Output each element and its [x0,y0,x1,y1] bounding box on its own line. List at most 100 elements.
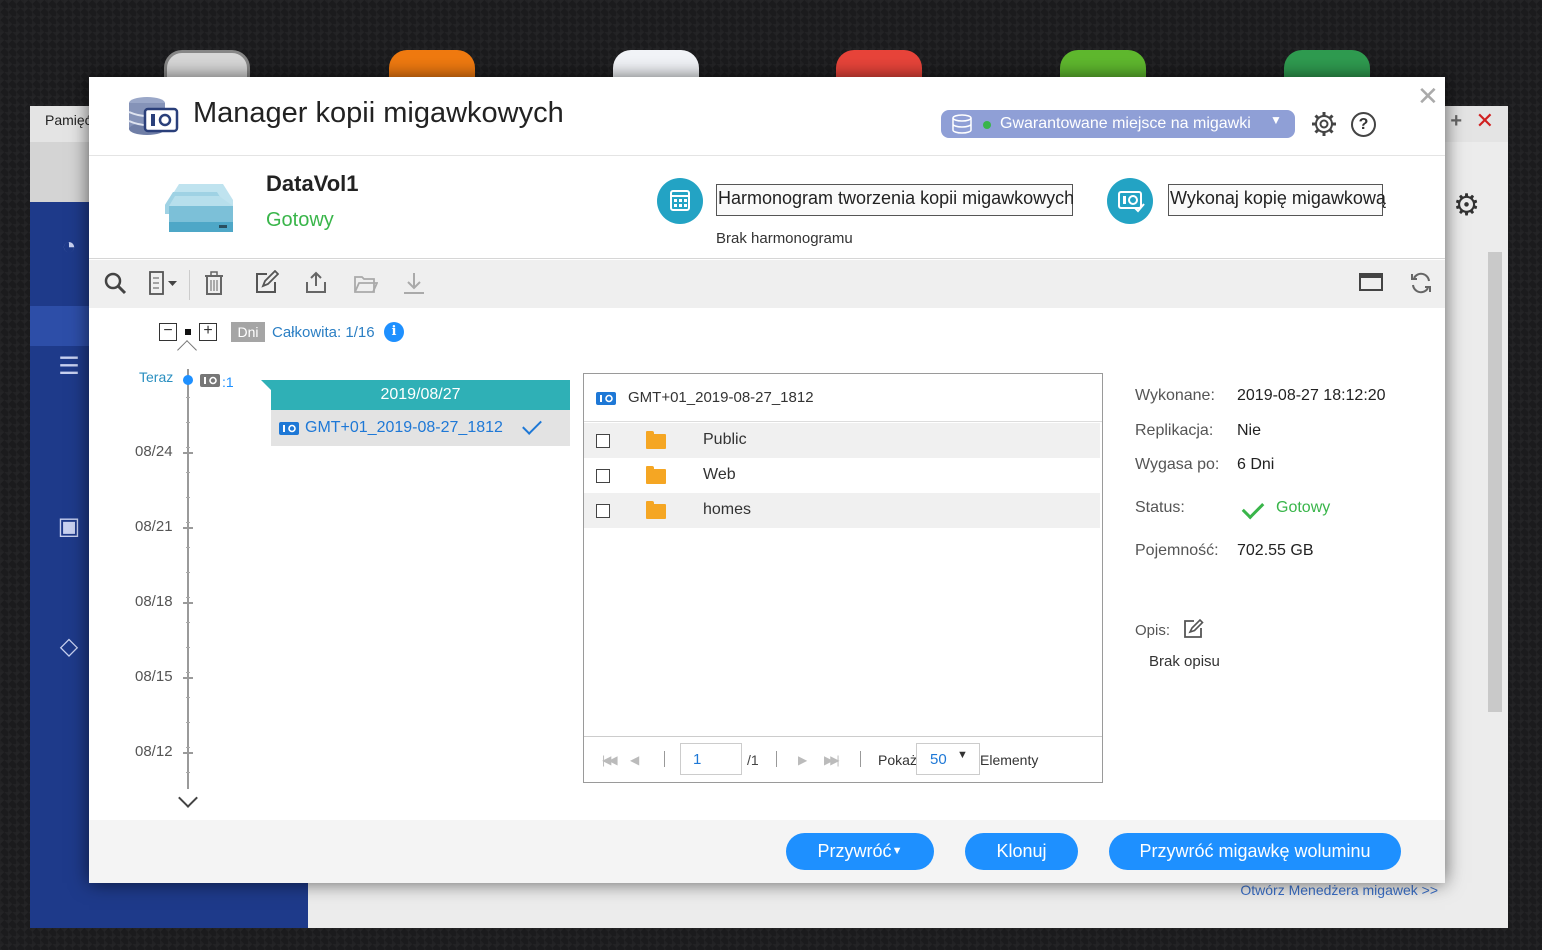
timeline-now-count: :1 [222,374,234,390]
schedule-calendar-icon[interactable] [657,178,703,224]
clone-button[interactable]: Klonuj [965,833,1078,870]
restore-button[interactable]: Przywróć▼ [786,833,934,870]
folder-row[interactable]: Public [584,423,1100,458]
window-view-icon[interactable] [1358,270,1384,296]
status-label: Status: [1135,499,1185,516]
snapshot-contents-header: GMT+01_2019-08-27_1812 [584,374,1102,422]
timeline-date-label: 08/24 [135,443,173,460]
timeline-now-marker[interactable] [183,375,193,385]
page-total: /1 [747,752,759,768]
download-icon[interactable] [401,270,427,296]
status-dot [983,121,991,129]
expires-label: Wygasa po: [1135,456,1220,473]
per-page-value: 50 [930,751,947,768]
timeline-minor-tick [186,522,190,523]
expires-value: 6 Dni [1237,456,1275,473]
folder-row[interactable]: homes [584,493,1100,528]
timeline-minor-tick [186,672,190,673]
zoom-in-icon[interactable]: + [199,323,217,341]
timeline-major-tick [183,602,193,604]
schedule-snapshots-button[interactable]: Harmonogram tworzenia kopii migawkowych [716,184,1074,216]
restore-button-label: Przywróć [817,841,892,861]
zoom-out-icon[interactable]: − [159,323,177,341]
remote-icon[interactable]: ◇ [54,632,84,662]
folder-icon [646,501,666,519]
dialog-title: Manager kopii migawkowych [193,97,564,129]
replication-value: Nie [1237,422,1262,439]
open-folder-icon[interactable] [352,270,378,296]
folder-icon [646,431,666,449]
info-icon[interactable]: i [384,322,404,342]
help-icon[interactable]: ? [1351,112,1376,137]
guaranteed-space-dropdown[interactable]: Gwarantowane miejsce na migawki ▼ [941,110,1295,138]
take-snapshot-button[interactable]: Wykonaj kopię migawkową [1168,184,1386,216]
timeline-date-label: 08/18 [135,593,173,610]
window-close-icon[interactable]: ✕ [1476,108,1494,134]
snapshot-contents-panel: GMT+01_2019-08-27_1812 Public Web homes … [583,373,1103,783]
folder-checkbox[interactable] [596,469,610,483]
pager-divider [860,751,861,767]
delete-icon[interactable] [201,270,227,296]
dashboard-icon[interactable]: ◔ [54,232,84,262]
zoom-level-dot [185,329,191,335]
timeline-date-label: 08/12 [135,743,173,760]
snapshot-icon[interactable]: ▣ [54,512,84,542]
folder-checkbox[interactable] [596,434,610,448]
date-tab-notch [261,380,271,390]
description-label: Opis: [1135,622,1171,639]
folder-checkbox[interactable] [596,504,610,518]
dialog-header: Manager kopii migawkowych Gwarantowane m… [89,77,1445,155]
edit-icon[interactable] [253,270,279,296]
selected-check-icon [522,415,542,435]
refresh-icon[interactable] [1408,270,1434,296]
folder-icon [646,466,666,484]
scrollbar[interactable] [1488,252,1502,712]
pager-divider [776,751,777,767]
take-snapshot-icon[interactable] [1107,178,1153,224]
volume-status: Gotowy [266,209,334,231]
folder-name: Web [703,466,736,483]
open-snapshot-manager-link[interactable]: Otwórz Menedżera migawek >> [1240,882,1438,898]
timeline-up-icon[interactable] [177,340,197,360]
timeline-down-icon[interactable] [178,788,198,808]
timeline-minor-tick [186,547,190,548]
prev-page-icon[interactable]: ◀ [630,753,639,767]
toolbar [89,260,1445,308]
per-page-select[interactable]: 50 ▼ [916,743,980,775]
storage-icon[interactable]: ☰ [54,352,84,382]
maximize-icon[interactable]: + [1450,110,1462,133]
camera-icon [200,374,220,387]
timeline-minor-tick [186,447,190,448]
gear-icon[interactable]: ⚙ [1453,188,1480,223]
executed-value: 2019-08-27 18:12:20 [1237,387,1386,404]
snapshot-contents-title: GMT+01_2019-08-27_1812 [628,389,814,406]
next-page-icon[interactable]: ▶ [798,753,807,767]
timeline-date-label: 08/21 [135,518,173,535]
export-icon[interactable] [303,270,329,296]
settings-icon[interactable] [1311,111,1337,137]
view-mode-icon[interactable] [147,270,183,296]
restore-volume-snapshot-button[interactable]: Przywróć migawkę woluminu [1109,833,1401,870]
folder-row[interactable]: Web [584,458,1100,493]
page-number-input[interactable]: 1 [680,743,742,775]
capacity-label: Pojemność: [1135,542,1219,559]
first-page-icon[interactable]: |◀◀ [602,753,617,767]
volume-icon [165,184,233,232]
edit-description-icon[interactable] [1182,618,1204,640]
timeline-minor-tick [186,647,190,648]
last-page-icon[interactable]: ▶▶| [824,753,839,767]
timeline-date-label: 08/15 [135,668,173,685]
timeline-minor-tick [186,772,190,773]
search-icon[interactable] [102,270,128,296]
timeline-minor-tick [186,597,190,598]
folder-name: homes [703,501,752,518]
timeline-minor-tick [186,697,190,698]
timeline-minor-tick [186,422,190,423]
close-icon[interactable]: ✕ [1417,81,1439,112]
timeline-minor-tick [186,572,190,573]
snapshot-list-item[interactable]: GMT+01_2019-08-27_1812 [271,410,570,446]
timeline-major-tick [183,527,193,529]
capacity-value: 702.55 GB [1237,542,1314,559]
pagination-bar: |◀◀ ◀ 1 /1 ▶ ▶▶| Pokaż 50 ▼ Elementy [584,736,1102,782]
snapshot-name: GMT+01_2019-08-27_1812 [305,419,503,436]
